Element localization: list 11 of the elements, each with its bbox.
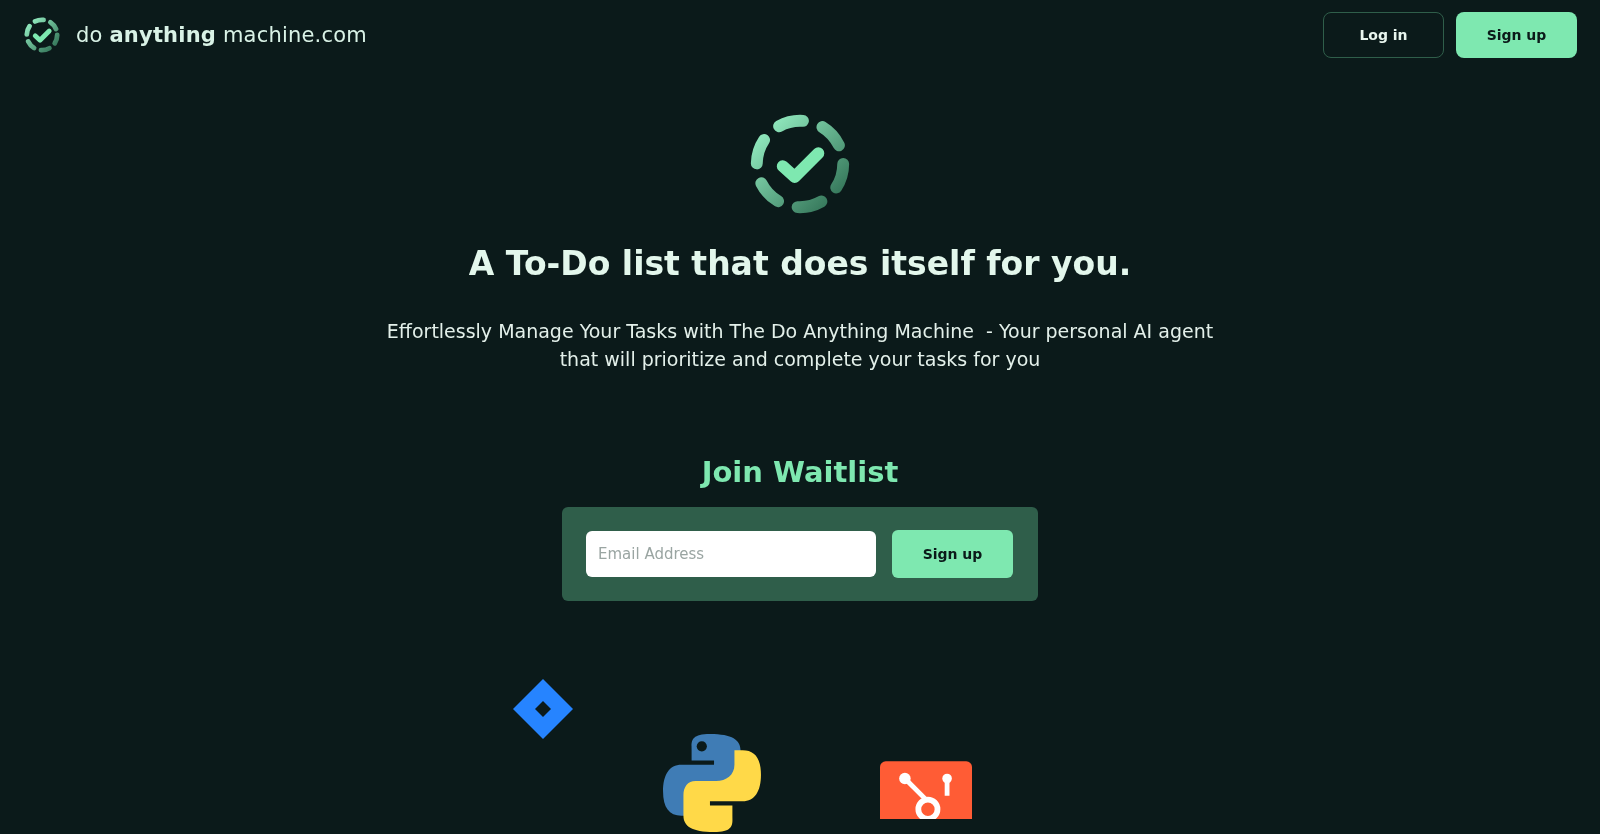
- diamond-icon: [511, 677, 575, 741]
- header-button[interactable]: Sign up: [1456, 12, 1577, 58]
- logo-icon: [22, 15, 62, 55]
- hub-icon: [880, 761, 972, 819]
- subtitle: Effortlessly Manage Your Tasks with The Do Anything Machine - Your personal AI agent that will prioritize and complete your tasks for you: [386, 319, 1214, 372]
- headline: A To-Do list that does itself for you.: [468, 244, 1132, 283]
- site-name[interactable]: do anything machine.com: [76, 23, 367, 47]
- waitlist-title: Join Waitlist: [701, 455, 899, 489]
- signup-button[interactable]: Sign up: [892, 530, 1013, 578]
- header-button[interactable]: Log in: [1323, 12, 1444, 58]
- email-field[interactable]: Email Address: [586, 531, 876, 577]
